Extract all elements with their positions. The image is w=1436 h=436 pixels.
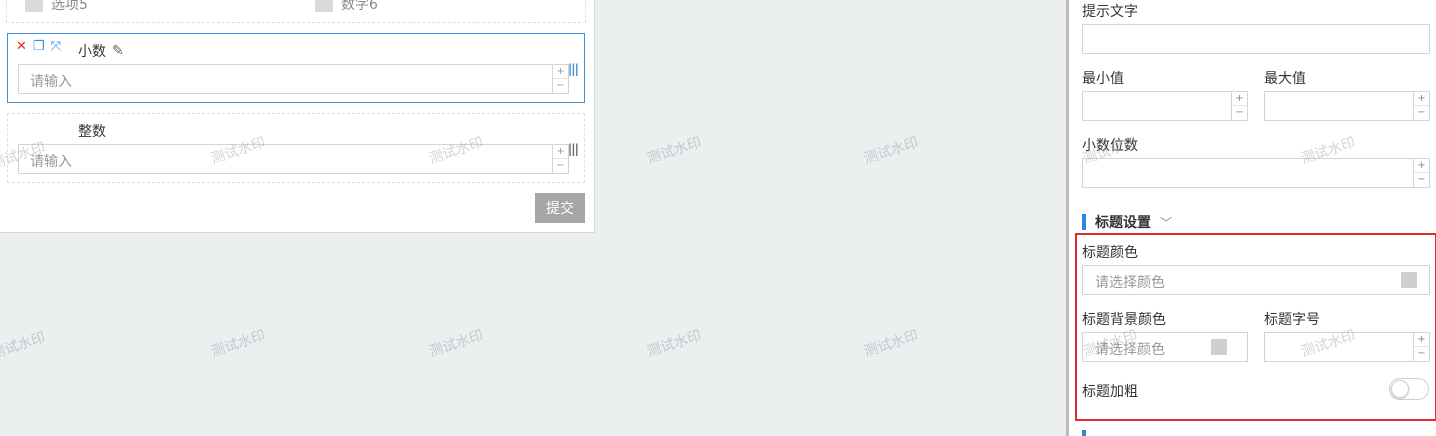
checkbox-option[interactable]: 选项5 bbox=[25, 0, 88, 14]
integer-input[interactable]: 请输入 + − bbox=[18, 144, 569, 174]
increment-button[interactable]: + bbox=[1232, 92, 1247, 106]
input-placeholder: 请输入 bbox=[30, 154, 72, 170]
hint-text-input[interactable] bbox=[1082, 24, 1430, 54]
number-stepper[interactable]: + − bbox=[1413, 333, 1429, 361]
decimal-field[interactable]: ✕ ❐ ⤧ 小数 ✎ 请输入 + − ||| bbox=[7, 33, 585, 103]
title-font-size-input[interactable]: + − bbox=[1264, 332, 1430, 362]
increment-button[interactable]: + bbox=[1414, 92, 1429, 106]
decrement-button[interactable]: − bbox=[553, 159, 568, 172]
field-label: 整数 bbox=[78, 124, 106, 140]
property-panel: 提示文字 最小值 + − 最大值 + − 小数位数 + − 标题设置 ﹀ 标题颜… bbox=[1066, 0, 1436, 436]
number-stepper[interactable]: + − bbox=[1413, 92, 1429, 120]
section-bar bbox=[1082, 430, 1086, 436]
title-color-label: 标题颜色 bbox=[1082, 245, 1138, 261]
watermark-text: 测试水印 bbox=[209, 327, 268, 361]
watermark-text: 测试水印 bbox=[0, 329, 48, 363]
option-label: 数字6 bbox=[341, 0, 378, 13]
delete-icon[interactable]: ✕ bbox=[16, 40, 27, 54]
title-font-size-label: 标题字号 bbox=[1264, 312, 1320, 328]
checkbox-box[interactable] bbox=[25, 0, 43, 12]
section-title: 标题设置 bbox=[1095, 215, 1151, 231]
watermark-text: 测试水印 bbox=[645, 327, 704, 361]
increment-button[interactable]: + bbox=[553, 65, 568, 79]
min-value-label: 最小值 bbox=[1082, 71, 1124, 87]
increment-button[interactable]: + bbox=[1414, 159, 1429, 173]
copy-icon[interactable]: ❐ bbox=[33, 40, 45, 54]
decrement-button[interactable]: − bbox=[553, 79, 568, 92]
title-color-picker[interactable]: 请选择颜色 bbox=[1082, 265, 1430, 295]
title-bg-color-label: 标题背景颜色 bbox=[1082, 312, 1166, 328]
edit-icon[interactable]: ✎ bbox=[112, 43, 124, 59]
field-label: 小数 bbox=[78, 44, 106, 60]
chevron-down-icon[interactable]: ﹀ bbox=[1160, 214, 1172, 231]
decrement-button[interactable]: − bbox=[1414, 173, 1429, 186]
watermark-text: 测试水印 bbox=[862, 327, 921, 361]
toggle-knob bbox=[1391, 380, 1409, 398]
option-label: 选项5 bbox=[51, 0, 88, 13]
checkbox-box[interactable] bbox=[315, 0, 333, 12]
decrement-button[interactable]: − bbox=[1414, 106, 1429, 119]
drag-handle-icon[interactable]: ||| bbox=[568, 142, 579, 156]
submit-button[interactable]: 提交 bbox=[535, 193, 585, 223]
color-swatch[interactable] bbox=[1401, 272, 1417, 288]
title-bold-toggle[interactable] bbox=[1389, 378, 1429, 400]
watermark-text: 测试水印 bbox=[427, 327, 486, 361]
expand-icon[interactable]: ⤧ bbox=[51, 40, 61, 54]
title-bg-color-picker[interactable]: 请选择颜色 bbox=[1082, 332, 1248, 362]
decimal-places-label: 小数位数 bbox=[1082, 138, 1138, 154]
hint-text-label: 提示文字 bbox=[1082, 4, 1138, 20]
color-swatch[interactable] bbox=[1211, 339, 1227, 355]
input-placeholder: 请选择颜色 bbox=[1095, 342, 1165, 358]
increment-button[interactable]: + bbox=[1414, 333, 1429, 347]
input-placeholder: 请输入 bbox=[30, 74, 72, 90]
integer-field[interactable]: 整数 请输入 + − ||| bbox=[7, 113, 585, 183]
title-bold-label: 标题加粗 bbox=[1082, 384, 1138, 400]
watermark-text: 测试水印 bbox=[862, 134, 921, 168]
decimal-places-input[interactable]: + − bbox=[1082, 158, 1430, 188]
drag-handle-icon[interactable]: ||| bbox=[568, 62, 579, 76]
max-value-input[interactable]: + − bbox=[1264, 91, 1430, 121]
increment-button[interactable]: + bbox=[553, 145, 568, 159]
checkbox-field: 选项5 数字6 bbox=[6, 0, 586, 23]
min-value-input[interactable]: + − bbox=[1082, 91, 1248, 121]
number-stepper[interactable]: + − bbox=[1413, 159, 1429, 187]
checkbox-option[interactable]: 数字6 bbox=[315, 0, 378, 14]
number-stepper[interactable]: + − bbox=[552, 65, 568, 93]
input-placeholder: 请选择颜色 bbox=[1095, 275, 1165, 291]
watermark-text: 测试水印 bbox=[645, 134, 704, 168]
number-stepper[interactable]: + − bbox=[552, 145, 568, 173]
section-bar bbox=[1082, 214, 1086, 230]
max-value-label: 最大值 bbox=[1264, 71, 1306, 87]
title-settings-header[interactable]: 标题设置 ﹀ bbox=[1082, 212, 1172, 232]
form-canvas: 选项5 数字6 ✕ ❐ ⤧ 小数 ✎ 请输入 + − ||| 整数 请输入 + … bbox=[0, 0, 595, 233]
decrement-button[interactable]: − bbox=[1414, 347, 1429, 360]
number-stepper[interactable]: + − bbox=[1231, 92, 1247, 120]
decrement-button[interactable]: − bbox=[1232, 106, 1247, 119]
decimal-input[interactable]: 请输入 + − bbox=[18, 64, 569, 94]
